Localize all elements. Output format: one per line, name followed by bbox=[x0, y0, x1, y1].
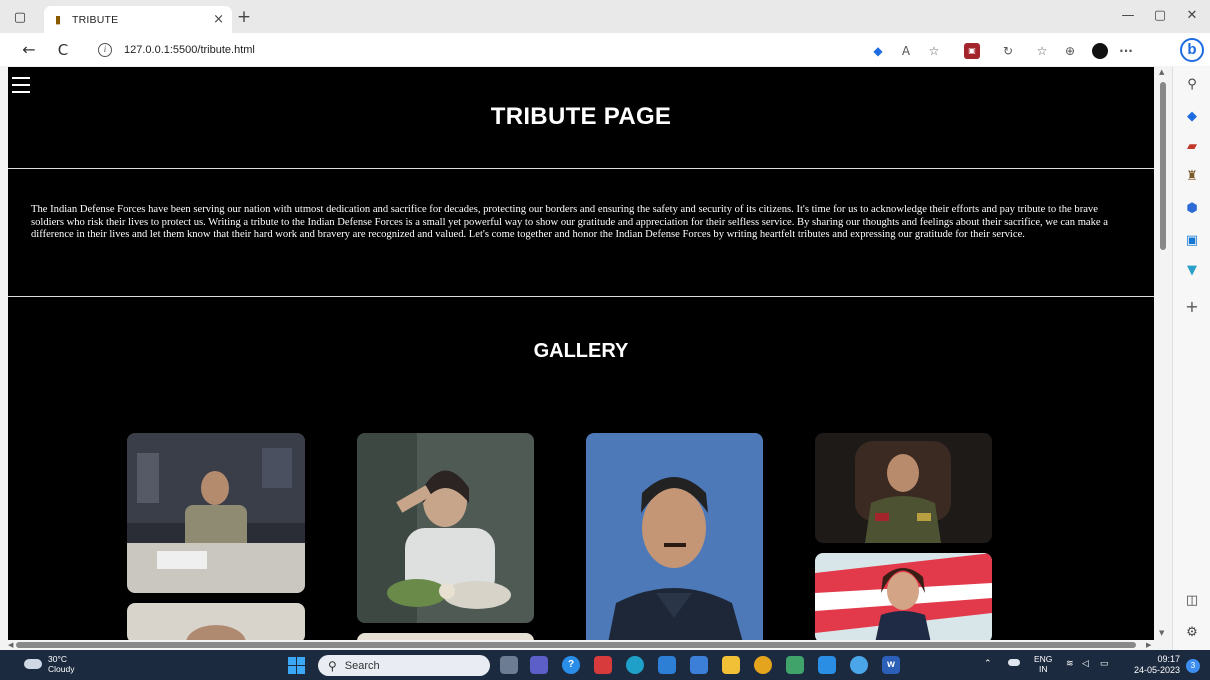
volume-icon[interactable]: ◁ bbox=[1082, 658, 1089, 669]
scroll-right-icon[interactable]: ▶ bbox=[1146, 641, 1151, 649]
gallery-photo-general bbox=[815, 433, 992, 543]
gallery-photo-officer-at-desk bbox=[127, 433, 305, 593]
refresh-button[interactable]: C bbox=[52, 39, 74, 61]
lang-code: ENG bbox=[1034, 654, 1053, 664]
office-icon[interactable]: ⬢ bbox=[1182, 199, 1202, 219]
site-info-icon[interactable]: i bbox=[98, 43, 112, 57]
horizontal-scrollbar[interactable]: ◀ ▶ bbox=[8, 640, 1154, 650]
page-title: TRIBUTE PAGE bbox=[490, 103, 672, 130]
gallery-photo-woman-presenter bbox=[815, 553, 992, 640]
edge-sidebar: ⚲ ◆ ▰ ♜ ⬢ ▣ ▼ + ◫ ⚙ bbox=[1172, 67, 1210, 650]
language-indicator[interactable]: ENG IN bbox=[1034, 654, 1052, 674]
chrome-icon[interactable] bbox=[754, 656, 772, 674]
tab-title: TRIBUTE bbox=[72, 13, 119, 26]
divider bbox=[8, 296, 1154, 297]
chrome-canary-icon[interactable] bbox=[850, 656, 868, 674]
divider bbox=[8, 168, 1154, 169]
tag-icon[interactable]: ◆ bbox=[870, 43, 886, 59]
url-text[interactable]: 127.0.0.1:5500/tribute.html bbox=[124, 44, 255, 56]
clock-time: 09:17 bbox=[1157, 654, 1180, 664]
tab-close-icon[interactable]: × bbox=[213, 12, 224, 27]
read-aloud-icon[interactable]: A bbox=[898, 43, 914, 59]
profile-icon[interactable] bbox=[1092, 43, 1108, 59]
gallery-photo-young-soldier bbox=[586, 433, 763, 640]
cloud-icon bbox=[24, 659, 42, 669]
search-icon[interactable]: ⚲ bbox=[1182, 75, 1202, 95]
tab-actions-icon[interactable]: ▢ bbox=[8, 6, 32, 28]
taskbar-clock[interactable]: 09:17 24-05-2023 bbox=[1126, 654, 1180, 676]
favorite-star-icon[interactable]: ☆ bbox=[926, 43, 942, 59]
start-button[interactable] bbox=[288, 657, 305, 674]
battery-icon[interactable]: ▭ bbox=[1100, 658, 1109, 669]
games-icon[interactable]: ♜ bbox=[1182, 167, 1202, 187]
extension-icon[interactable]: ▣ bbox=[964, 43, 980, 59]
cloud-tray-icon[interactable] bbox=[1008, 659, 1020, 666]
vscode-icon[interactable] bbox=[818, 656, 836, 674]
taskbar-search-placeholder: Search bbox=[344, 659, 380, 672]
scroll-up-icon[interactable]: ▲ bbox=[1159, 68, 1164, 76]
briefcase-icon[interactable]: ▰ bbox=[1182, 137, 1202, 157]
search-icon: ⚲ bbox=[328, 658, 337, 673]
new-tab-button[interactable]: + bbox=[235, 9, 253, 27]
page-viewport: TRIBUTE PAGE The Indian Defense Forces h… bbox=[8, 67, 1154, 640]
drop-icon[interactable]: ▼ bbox=[1182, 261, 1202, 281]
vertical-scroll-thumb[interactable] bbox=[1160, 82, 1166, 250]
clock-date: 24-05-2023 bbox=[1133, 665, 1180, 675]
tab-tribute[interactable]: ▮ TRIBUTE × bbox=[44, 6, 232, 33]
favicon-icon: ▮ bbox=[54, 13, 62, 26]
gallery-photo-partial bbox=[357, 633, 534, 640]
app-icon[interactable] bbox=[786, 656, 804, 674]
file-explorer-icon[interactable] bbox=[722, 656, 740, 674]
taskbar-search[interactable]: ⚲ Search bbox=[318, 655, 490, 676]
close-window-button[interactable]: ✕ bbox=[1182, 8, 1202, 23]
restore-button[interactable]: ▢ bbox=[1150, 8, 1170, 23]
gallery-photo-saluting-woman bbox=[357, 433, 534, 623]
word-icon[interactable]: w bbox=[882, 656, 900, 674]
weather-temp: 30°C bbox=[48, 654, 67, 664]
bing-chat-button[interactable]: b bbox=[1180, 38, 1204, 62]
browser-window: ▢ ▮ TRIBUTE × + — ▢ ✕ ← C i 127.0.0.1:55… bbox=[0, 0, 1210, 680]
tag-icon[interactable]: ◆ bbox=[1182, 107, 1202, 127]
help-icon[interactable]: ? bbox=[562, 656, 580, 674]
panel-icon[interactable]: ◫ bbox=[1182, 591, 1202, 611]
windows-taskbar: 30°C Cloudy ⚲ Search ? w ⌃ ENG IN ≋ ◁ ▭ bbox=[0, 650, 1210, 680]
add-icon[interactable]: + bbox=[1182, 297, 1202, 317]
minimize-button[interactable]: — bbox=[1118, 8, 1138, 23]
mcafee-icon[interactable] bbox=[594, 656, 612, 674]
address-toolbar: ← C i 127.0.0.1:5500/tribute.html ◆ A ☆ … bbox=[0, 33, 1210, 66]
scroll-down-icon[interactable]: ▼ bbox=[1159, 629, 1164, 637]
weather-condition: Cloudy bbox=[48, 664, 75, 674]
performance-icon[interactable]: ↻ bbox=[1000, 43, 1016, 59]
lang-region: IN bbox=[1038, 664, 1048, 674]
back-button[interactable]: ← bbox=[18, 39, 40, 61]
horizontal-scroll-thumb[interactable] bbox=[16, 642, 1136, 648]
app-icon[interactable] bbox=[658, 656, 676, 674]
task-view-icon[interactable] bbox=[500, 656, 518, 674]
hamburger-menu-icon[interactable] bbox=[12, 77, 30, 93]
favorites-icon[interactable]: ☆ bbox=[1034, 43, 1050, 59]
settings-icon[interactable]: ⚙ bbox=[1182, 623, 1202, 643]
edge-icon[interactable] bbox=[626, 656, 644, 674]
more-icon[interactable]: ··· bbox=[1118, 43, 1134, 59]
intro-paragraph: The Indian Defense Forces have been serv… bbox=[31, 204, 1108, 240]
gallery-heading: GALLERY bbox=[533, 340, 629, 362]
store-icon[interactable] bbox=[690, 656, 708, 674]
wifi-icon[interactable]: ≋ bbox=[1066, 658, 1074, 669]
tray-chevron-icon[interactable]: ⌃ bbox=[984, 658, 992, 669]
outlook-icon[interactable]: ▣ bbox=[1182, 231, 1202, 251]
scroll-left-icon[interactable]: ◀ bbox=[8, 641, 13, 649]
weather-widget[interactable]: 30°C Cloudy bbox=[24, 654, 74, 674]
gallery-photo-partial bbox=[127, 603, 305, 640]
notification-badge[interactable]: 3 bbox=[1186, 659, 1200, 673]
tab-strip: ▢ ▮ TRIBUTE × + — ▢ ✕ bbox=[0, 0, 1210, 33]
vertical-scrollbar[interactable]: ▲ ▼ bbox=[1156, 67, 1170, 640]
collections-icon[interactable]: ⊕ bbox=[1062, 43, 1078, 59]
teams-icon[interactable] bbox=[530, 656, 548, 674]
